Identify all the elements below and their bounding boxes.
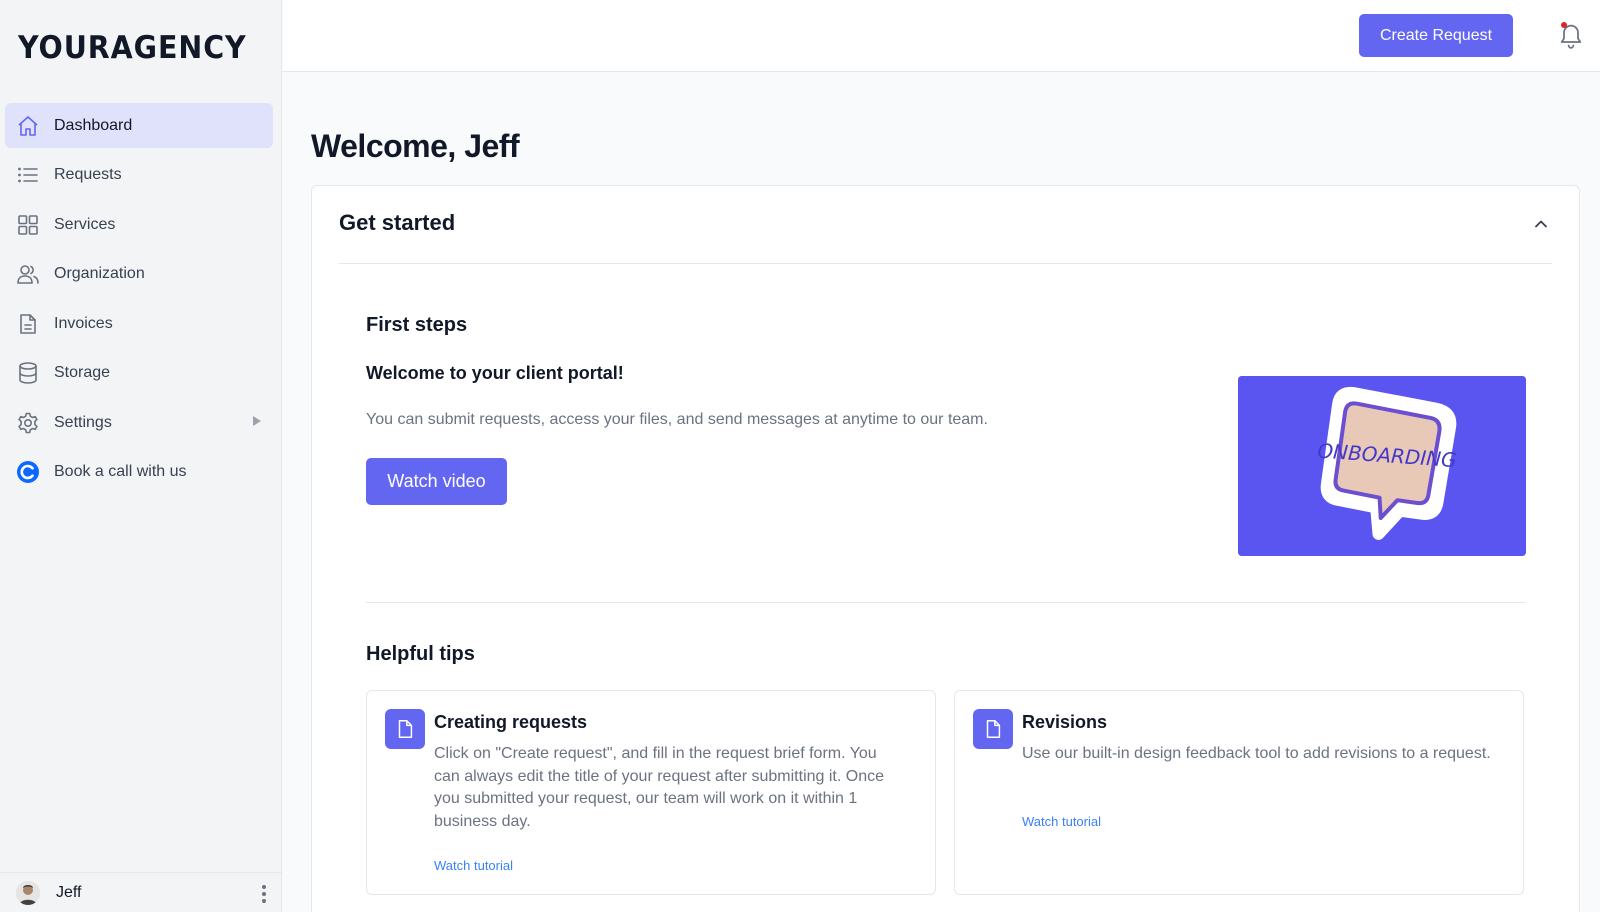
sidebar-item-label: Organization	[54, 265, 145, 282]
document-icon	[16, 312, 40, 336]
tip-card: Creating requests Click on "Create reque…	[366, 690, 936, 895]
file-icon	[973, 709, 1013, 749]
sidebar-item-storage[interactable]: Storage	[5, 351, 273, 396]
sidebar-item-settings[interactable]: Settings	[5, 400, 273, 445]
database-icon	[16, 361, 40, 385]
watch-tutorial-link[interactable]: Watch tutorial	[1022, 814, 1101, 829]
grid-icon	[16, 213, 40, 237]
avatar	[16, 880, 40, 905]
home-icon	[16, 114, 40, 138]
get-started-card: Get started First steps Welcome to your …	[311, 185, 1580, 912]
sidebar-item-services[interactable]: Services	[5, 202, 273, 247]
helpful-tips-heading: Helpful tips	[366, 643, 475, 665]
sidebar-item-organization[interactable]: Organization	[5, 252, 273, 297]
welcome-subheading: Welcome to your client portal!	[366, 363, 624, 383]
sidebar-item-label: Book a call with us	[54, 463, 187, 480]
bell-icon[interactable]	[1557, 20, 1585, 50]
sidebar: YOURAGENCY Dashboard Requests Services O…	[0, 0, 282, 912]
divider	[339, 263, 1552, 264]
onboarding-video-thumbnail[interactable]: ONBOARDING	[1238, 376, 1526, 556]
sidebar-item-label: Invoices	[54, 314, 113, 332]
user-menu[interactable]: Jeff	[0, 872, 282, 912]
sidebar-item-label: Storage	[54, 364, 111, 381]
user-name: Jeff	[56, 883, 82, 901]
unread-dot	[1561, 22, 1567, 28]
page-title: Welcome, Jeff	[311, 128, 520, 164]
gear-icon	[16, 411, 40, 435]
sidebar-item-invoices[interactable]: Invoices	[5, 301, 273, 346]
sidebar-item-label: Services	[54, 215, 116, 233]
sidebar-item-label: Requests	[54, 166, 122, 183]
chevron-up-icon[interactable]	[1533, 216, 1549, 232]
welcome-description: You can submit requests, access your fil…	[366, 411, 988, 428]
watch-video-button[interactable]: Watch video	[366, 458, 507, 505]
divider	[366, 602, 1525, 603]
sidebar-item-label: Dashboard	[54, 116, 133, 134]
users-icon	[16, 262, 40, 286]
agency-logo[interactable]: YOURAGENCY	[18, 30, 247, 66]
sidebar-item-book-call[interactable]: Book a call with us	[5, 450, 273, 495]
top-bar: Create Request	[283, 0, 1600, 72]
file-icon	[385, 709, 425, 749]
tip-title: Creating requests	[434, 712, 588, 732]
first-steps-heading: First steps	[366, 314, 468, 336]
more-options-icon[interactable]	[262, 885, 266, 903]
caret-right-icon	[253, 416, 261, 426]
tip-body: Click on "Create request", and fill in t…	[434, 745, 884, 830]
get-started-heading: Get started	[339, 210, 456, 235]
watch-tutorial-link[interactable]: Watch tutorial	[434, 858, 513, 873]
create-request-button[interactable]: Create Request	[1359, 14, 1513, 57]
tip-card: Revisions Use our built-in design feedba…	[954, 690, 1524, 895]
tip-title: Revisions	[1022, 712, 1108, 732]
sidebar-nav: Dashboard Requests Services Organization…	[5, 103, 273, 499]
sidebar-item-label: Settings	[54, 413, 112, 431]
tip-body: Use our built-in design feedback tool to…	[1022, 745, 1491, 762]
calendly-icon	[16, 460, 40, 484]
sidebar-item-dashboard[interactable]: Dashboard	[5, 103, 273, 148]
sidebar-item-requests[interactable]: Requests	[5, 153, 273, 198]
list-icon	[16, 163, 40, 187]
